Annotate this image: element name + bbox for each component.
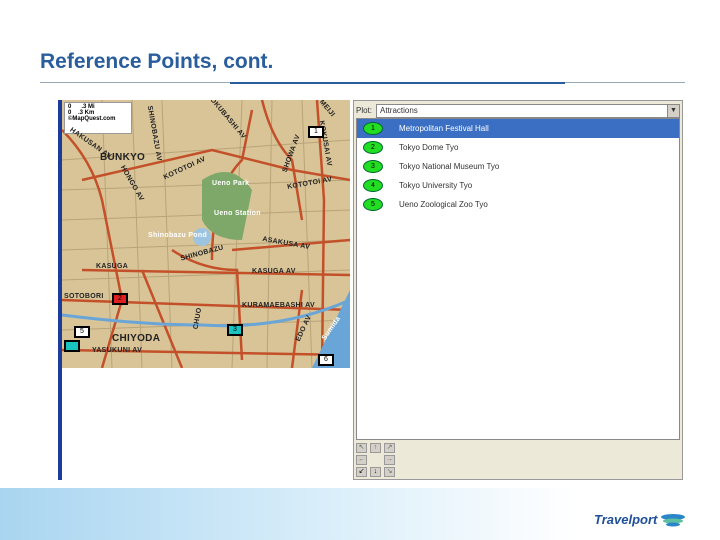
map-label: Ueno Park	[212, 180, 250, 187]
pan-southeast-button[interactable]: ↘	[384, 467, 395, 477]
map-marker[interactable]: 3	[227, 324, 243, 336]
map-label: KASUGA AV	[252, 268, 296, 275]
attractions-list[interactable]: 1 Metropolitan Festival Hall 2 Tokyo Dome …	[356, 118, 680, 440]
list-item[interactable]: 4 Tokyo University Tyo	[357, 176, 679, 195]
pin-icon: 5	[363, 198, 383, 211]
map-marker[interactable]: 5	[74, 326, 90, 338]
title-divider-accent	[230, 82, 565, 84]
plot-value: Attractions	[380, 105, 418, 115]
map-label: Shinobazu Pond	[148, 232, 208, 239]
item-label: Tokyo University Tyo	[399, 181, 473, 190]
map-view[interactable]: 0 .3 Mi 0 .3 Km ©MapQuest.com BUNKYO HAK…	[62, 100, 350, 368]
map-label: KASUGA	[96, 263, 129, 270]
plot-row: Plot: Attractions ▼	[356, 103, 680, 118]
map-marker[interactable]: 6	[318, 354, 334, 366]
map-label: SOTOBORI	[64, 293, 104, 300]
list-item[interactable]: 5 Ueno Zoological Zoo Tyo	[357, 195, 679, 214]
list-item[interactable]: 1 Metropolitan Festival Hall	[357, 119, 679, 138]
pan-northeast-button[interactable]: ↗	[384, 443, 395, 453]
item-label: Tokyo National Museum Tyo	[399, 162, 500, 171]
pan-south-button[interactable]: ↓	[370, 467, 381, 477]
slide-title: Reference Points, cont.	[40, 50, 274, 73]
pin-icon: 3	[363, 160, 383, 173]
travelport-logo-icon	[661, 514, 685, 527]
chevron-down-icon[interactable]: ▼	[667, 104, 679, 117]
pan-northwest-button[interactable]: ↖	[356, 443, 367, 453]
plot-dropdown[interactable]: Attractions ▼	[376, 103, 680, 118]
map-label: CHIYODA	[112, 333, 161, 344]
pin-icon: 4	[363, 179, 383, 192]
pin-icon: 2	[363, 141, 383, 154]
plot-label: Plot:	[356, 106, 373, 115]
item-label: Metropolitan Festival Hall	[399, 124, 489, 133]
pan-controls: ↖ ↑ ↗ ← → ↙ ↓ ↘	[356, 443, 396, 477]
list-item[interactable]: 3 Tokyo National Museum Tyo	[357, 157, 679, 176]
map-marker[interactable]: 2	[112, 293, 128, 305]
map-label: KURAMAEBASHI AV	[242, 302, 315, 309]
map-label: Ueno Station	[214, 210, 261, 217]
pan-west-button[interactable]: ←	[356, 455, 367, 465]
travelport-logo: Travelport	[594, 512, 658, 527]
map-marker[interactable]: 1	[308, 126, 324, 138]
pan-southwest-button[interactable]: ↙	[356, 467, 367, 477]
pan-north-button[interactable]: ↑	[370, 443, 381, 453]
item-label: Tokyo Dome Tyo	[399, 143, 459, 152]
attractions-panel: Plot: Attractions ▼ 1 Metropolitan Festiv…	[353, 100, 683, 480]
list-item[interactable]: 2 Tokyo Dome Tyo	[357, 138, 679, 157]
mapquest-brand: ©MapQuest.com	[68, 116, 116, 122]
pan-east-button[interactable]: →	[384, 455, 395, 465]
map-label: YASUKUNI AV	[92, 347, 143, 354]
map-marker-selected[interactable]	[64, 340, 80, 352]
pin-icon: 1	[363, 122, 383, 135]
item-label: Ueno Zoological Zoo Tyo	[399, 200, 488, 209]
